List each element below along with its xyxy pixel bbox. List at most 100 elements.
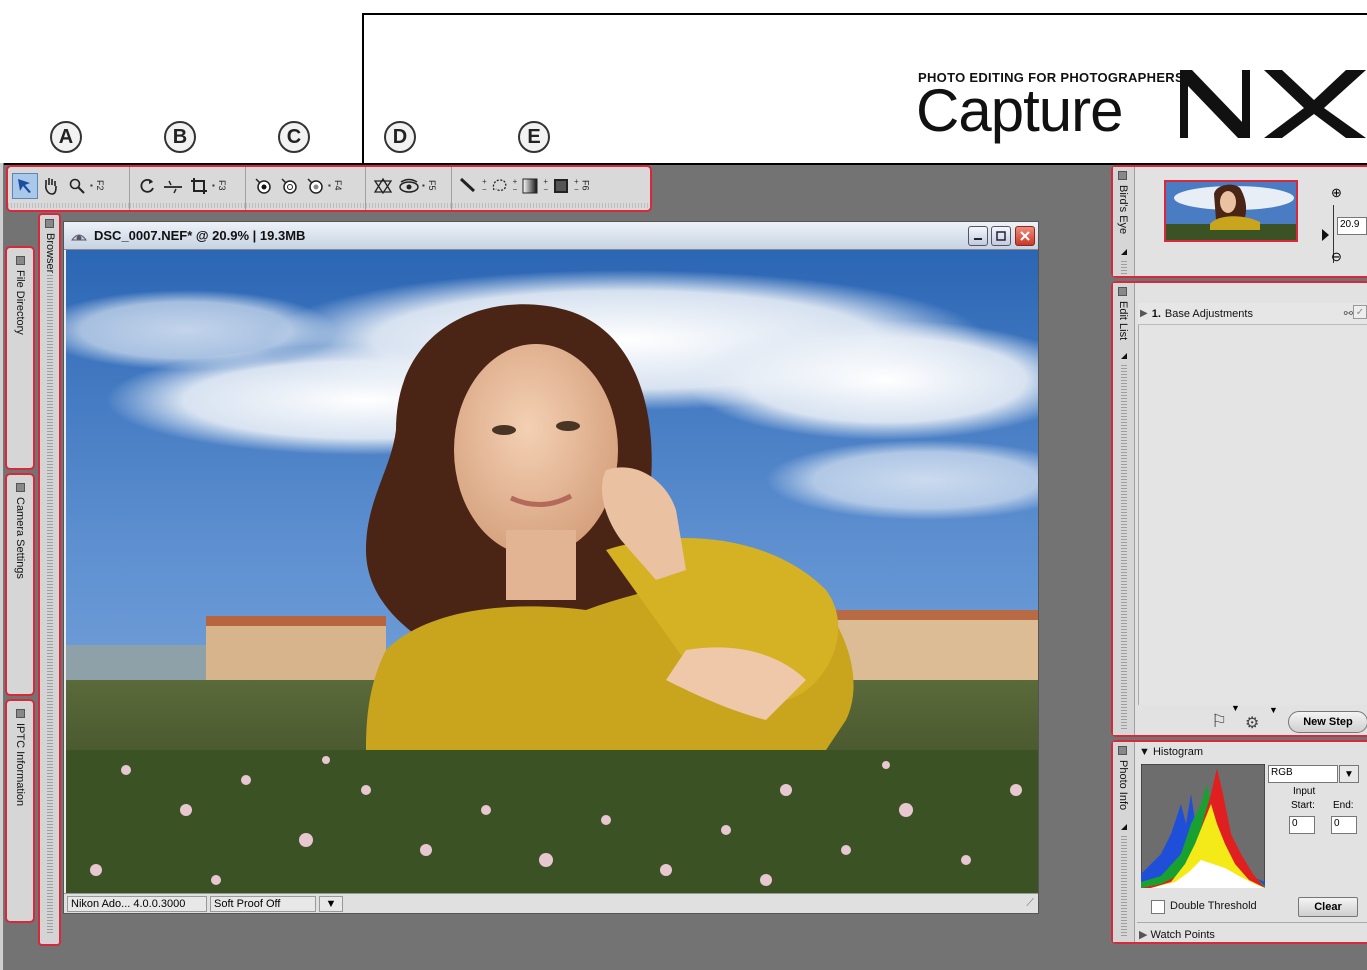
collapse-icon[interactable] — [1118, 287, 1127, 296]
edit-list-area — [1138, 325, 1367, 705]
fkey-label: F3 — [216, 180, 227, 191]
end-input[interactable]: 0 — [1331, 816, 1357, 834]
edit-list-panel: Edit List ▶ 1. Base Adjustments ⚯ ✓ ⚐ ▼ … — [1111, 281, 1367, 737]
resize-grip[interactable] — [1121, 261, 1127, 275]
callout-c: C — [278, 121, 310, 153]
resize-grip[interactable] — [47, 275, 53, 935]
panel-file-directory[interactable]: File Directory — [5, 246, 35, 470]
channel-select[interactable]: RGB — [1268, 765, 1338, 783]
divider — [1137, 922, 1367, 923]
flag-menu-icon[interactable]: ⚐ — [1211, 711, 1227, 732]
crop-tool-icon[interactable] — [186, 173, 212, 199]
histogram-chart — [1141, 764, 1265, 888]
photo-canvas[interactable] — [66, 250, 1038, 893]
panel-iptc-information[interactable]: IPTC Information — [5, 699, 35, 923]
channel-dropdown-icon[interactable]: ▼ — [1339, 765, 1359, 783]
expand-icon[interactable] — [45, 219, 54, 228]
neutral-control-point-icon[interactable] — [302, 173, 328, 199]
marquee-tool-icon[interactable] — [548, 173, 574, 199]
birds-eye-thumbnail[interactable] — [1164, 180, 1298, 242]
white-control-point-icon[interactable] — [276, 173, 302, 199]
group-minimize-icon[interactable]: ▪ — [422, 181, 425, 190]
resize-grip[interactable] — [1121, 365, 1127, 730]
panel-label: Camera Settings — [14, 497, 26, 579]
zoom-slider-thumb[interactable] — [1322, 229, 1329, 241]
browser-panel-tab[interactable]: Browser — [38, 213, 61, 946]
clear-button[interactable]: Clear — [1298, 897, 1358, 917]
collapse-icon[interactable] — [1118, 746, 1127, 755]
lasso-tool-icon[interactable] — [487, 173, 513, 199]
soft-proof-field[interactable]: Soft Proof Off — [210, 895, 316, 912]
photo-info-tab[interactable]: Photo Info — [1113, 742, 1135, 942]
dropdown-arrow-icon[interactable]: ▼ — [1231, 703, 1240, 713]
input-label: Input — [1293, 786, 1316, 797]
rotate-tool-icon[interactable] — [134, 173, 160, 199]
end-label: End: — [1333, 800, 1354, 811]
step-number: 1. — [1151, 307, 1161, 320]
page: PHOTO EDITING FOR PHOTOGRAPHERS Capture … — [0, 0, 1367, 970]
settings-gears-icon[interactable]: ⚙ — [1245, 713, 1259, 733]
panel-camera-settings[interactable]: Camera Settings — [5, 473, 35, 696]
collapse-triangle-icon[interactable]: ▼ — [1139, 746, 1150, 758]
dropdown-arrow-icon[interactable]: ▼ — [1269, 705, 1278, 715]
toolbar-group-d: ▪ F5 — [366, 167, 452, 210]
close-icon[interactable] — [1015, 226, 1035, 246]
panel-label: File Directory — [14, 270, 26, 335]
resize-grip-icon[interactable]: ⟋ — [1026, 897, 1034, 910]
expand-icon[interactable] — [16, 709, 25, 718]
group-minimize-icon[interactable]: ▪ — [328, 181, 331, 190]
image-window-titlebar[interactable]: DSC_0007.NEF* @ 20.9% | 19.3MB — [64, 222, 1038, 250]
status-dropdown-icon[interactable]: ▼ — [319, 895, 343, 912]
edit-list-tab[interactable]: Edit List — [1113, 283, 1135, 735]
birds-eye-tab[interactable]: Bird's Eye — [1113, 167, 1135, 276]
toolbar-grip[interactable] — [452, 203, 650, 208]
toolbar-grip[interactable] — [366, 203, 451, 208]
zoom-in-icon[interactable]: ⊕ — [1331, 185, 1342, 201]
toolbar-grip[interactable] — [8, 203, 129, 208]
watch-points-label: Watch Points — [1150, 929, 1215, 941]
start-label: Start: — [1291, 800, 1315, 811]
zoom-value-field[interactable]: 20.9 — [1337, 217, 1367, 235]
resize-grip[interactable] — [1121, 836, 1127, 936]
zoom-tool-icon[interactable] — [64, 173, 90, 199]
expand-icon[interactable] — [16, 256, 25, 265]
group-minimize-icon[interactable]: ▪ — [90, 181, 93, 190]
image-window: DSC_0007.NEF* @ 20.9% | 19.3MB Nikon Ado… — [63, 221, 1039, 914]
direct-selection-tool-icon[interactable] — [12, 172, 38, 199]
plus-minus-icon[interactable]: + − — [574, 177, 579, 194]
minimize-icon[interactable] — [968, 226, 988, 246]
zoom-out-icon[interactable]: ⊖ — [1331, 249, 1342, 265]
gradient-tool-icon[interactable] — [517, 173, 543, 199]
histogram-label: Histogram — [1152, 746, 1204, 758]
expand-triangle-icon[interactable]: ▶ — [1140, 308, 1148, 319]
watch-points-header[interactable]: ▶ Watch Points — [1139, 928, 1215, 941]
histogram-header[interactable]: ▼ Histogram — [1139, 746, 1203, 758]
callout-b: B — [164, 121, 196, 153]
toolbar-group-c: ▪ F4 — [246, 167, 366, 210]
black-control-point-icon[interactable] — [250, 173, 276, 199]
selection-brush-icon[interactable] — [456, 173, 482, 199]
panel-label: IPTC Information — [14, 723, 26, 807]
step-enabled-checkbox[interactable]: ✓ — [1353, 305, 1367, 319]
birds-eye-panel: Bird's Eye ⊕ 20.9 ⊖ — [1111, 165, 1367, 278]
double-threshold-checkbox[interactable] — [1151, 900, 1165, 914]
step-link-icon[interactable]: ⚯ — [1344, 307, 1353, 320]
expand-triangle-icon[interactable]: ▶ — [1139, 929, 1147, 941]
toolbar-grip[interactable] — [130, 203, 245, 208]
group-minimize-icon[interactable]: ▪ — [212, 181, 215, 190]
corner-triangle-icon — [1121, 249, 1127, 255]
edit-step-row[interactable]: ▶ 1. Base Adjustments ⚯ — [1138, 303, 1367, 325]
auto-retouch-brush-icon[interactable] — [396, 173, 422, 199]
toolbar-grip[interactable] — [246, 203, 365, 208]
left-edge — [0, 163, 4, 970]
expand-icon[interactable] — [16, 483, 25, 492]
hand-tool-icon[interactable] — [38, 173, 64, 199]
fkey-label: F5 — [426, 180, 437, 191]
start-input[interactable]: 0 — [1289, 816, 1315, 834]
new-step-button[interactable]: New Step — [1288, 711, 1367, 733]
maximize-icon[interactable] — [991, 226, 1011, 246]
photo-info-panel: Photo Info ▼ Histogram RGB ▼ Input Start… — [1111, 740, 1367, 944]
straighten-tool-icon[interactable] — [160, 173, 186, 199]
collapse-icon[interactable] — [1118, 171, 1127, 180]
red-eye-tool-icon[interactable] — [370, 173, 396, 199]
